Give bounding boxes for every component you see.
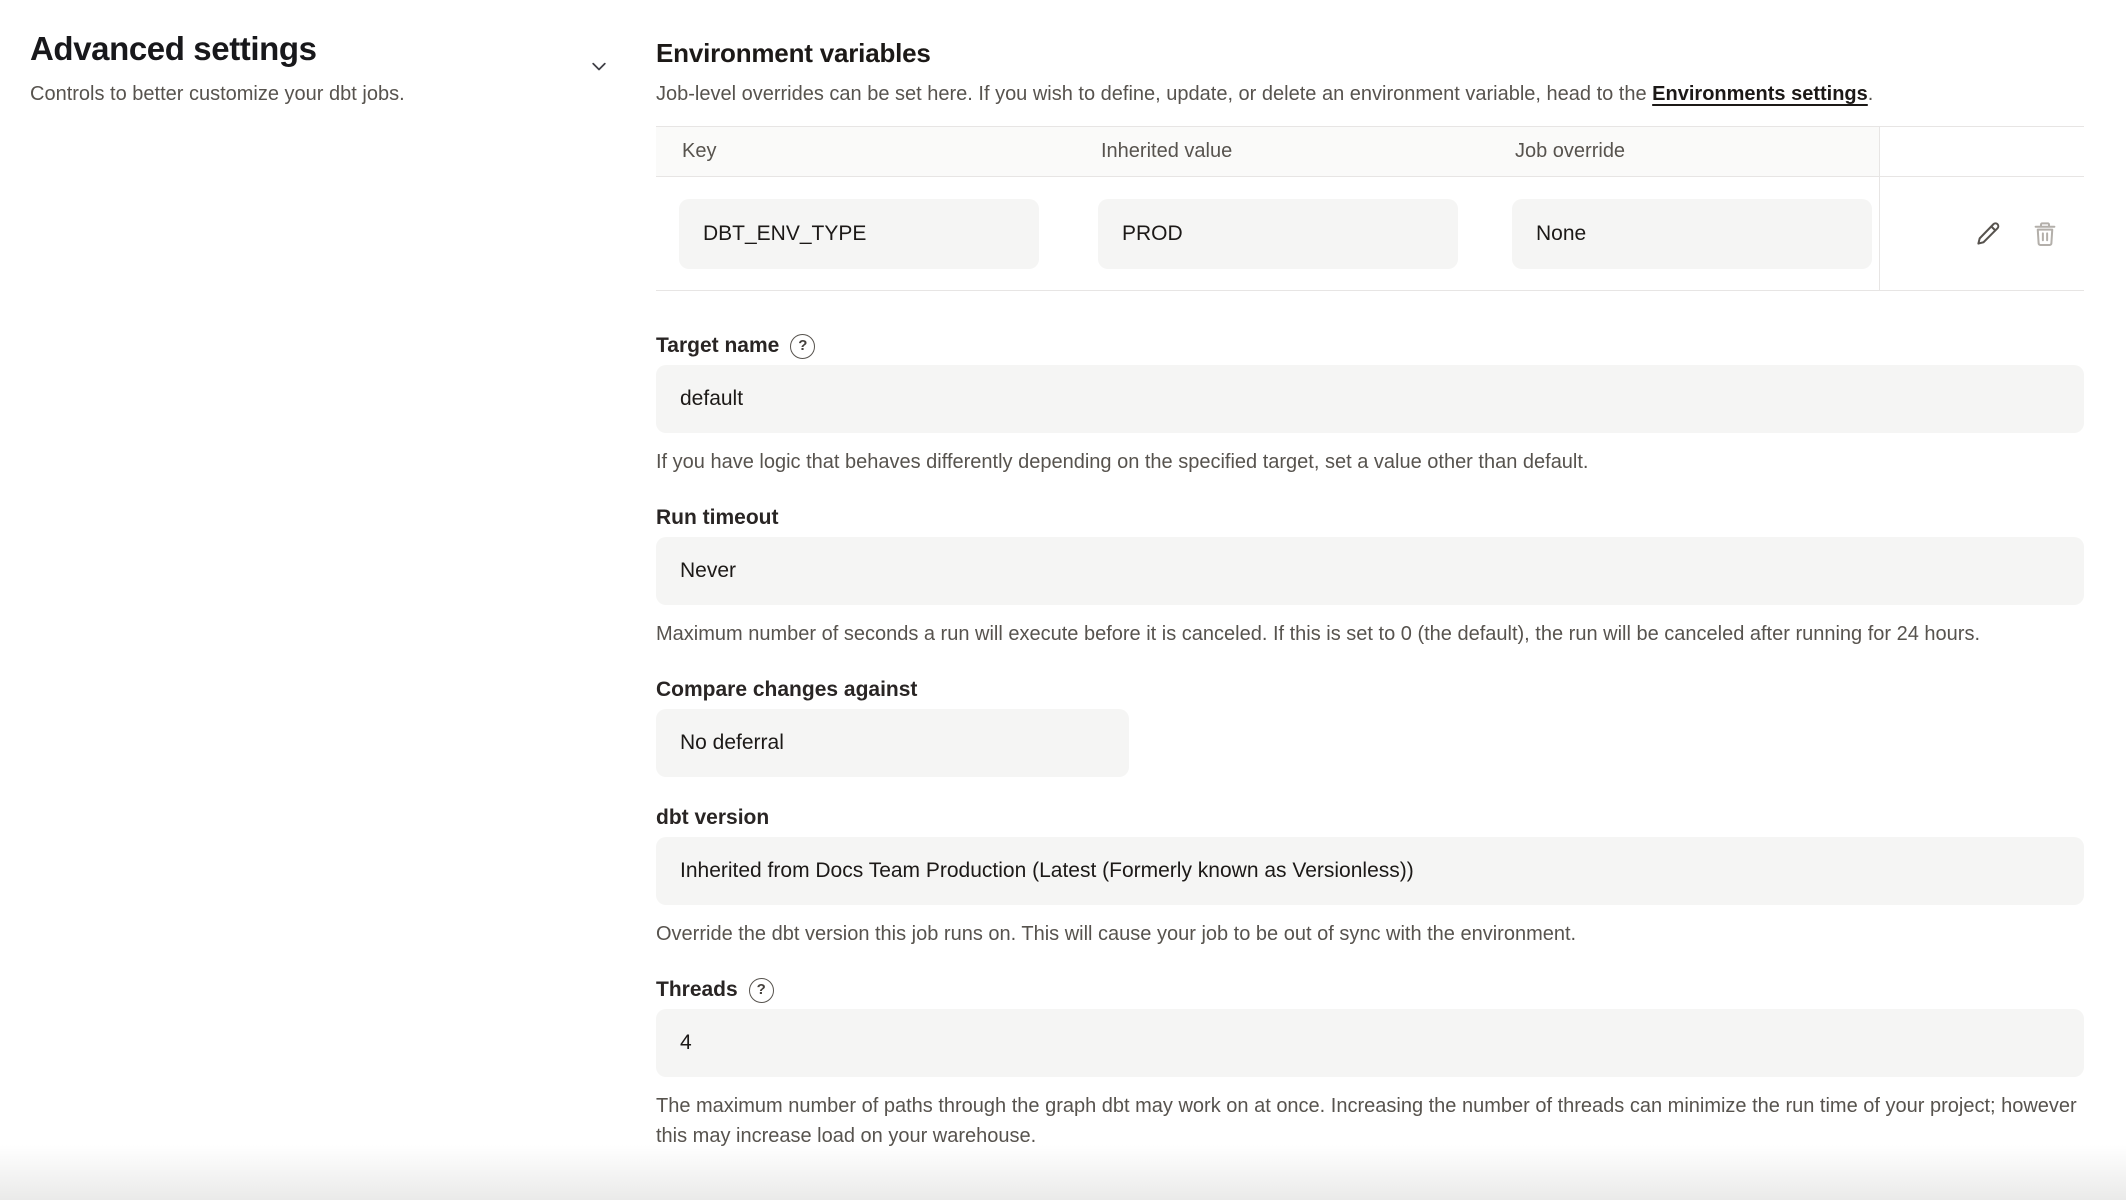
left-panel: Advanced settings Controls to better cus…: [0, 0, 656, 1151]
dbt-version-select[interactable]: Inherited from Docs Team Production (Lat…: [656, 837, 2084, 905]
env-vars-description: Job-level overrides can be set here. If …: [656, 82, 2084, 106]
env-var-actions-cell: [1879, 177, 2084, 290]
edit-env-var-button[interactable]: [1974, 219, 2004, 249]
env-vars-description-period: .: [1868, 83, 1874, 105]
trash-icon: [2030, 219, 2060, 249]
target-name-helper: If you have logic that behaves different…: [656, 447, 2084, 477]
environments-settings-link[interactable]: Environments settings: [1652, 83, 1868, 105]
chevron-down-icon: [585, 52, 613, 80]
env-var-inherited-value: PROD: [1098, 199, 1458, 269]
dbt-version-label-row: dbt version: [656, 805, 2084, 831]
run-timeout-label: Run timeout: [656, 505, 778, 531]
table-row: DBT_ENV_TYPE PROD None: [656, 177, 2084, 291]
target-name-input[interactable]: [656, 365, 2084, 433]
target-name-label: Target name: [656, 333, 779, 359]
dbt-version-label: dbt version: [656, 805, 769, 831]
env-var-inherited-cell: PROD: [1075, 177, 1489, 290]
threads-label-row: Threads ?: [656, 977, 2084, 1003]
column-header-job-override: Job override: [1489, 127, 1879, 176]
run-timeout-label-row: Run timeout: [656, 505, 2084, 531]
dbt-version-helper: Override the dbt version this job runs o…: [656, 919, 2084, 949]
env-vars-table: Key Inherited value Job override DBT_ENV…: [656, 126, 2084, 291]
main-content: Environment variables Job-level override…: [656, 0, 2126, 1151]
env-var-override-cell: None: [1489, 177, 1879, 290]
collapse-section-button[interactable]: [583, 50, 615, 82]
advanced-settings-page: Advanced settings Controls to better cus…: [0, 0, 2126, 1151]
env-vars-heading: Environment variables: [656, 36, 2084, 70]
run-timeout-select[interactable]: Never: [656, 537, 2084, 605]
compare-changes-select[interactable]: No deferral: [656, 709, 1129, 777]
delete-env-var-button[interactable]: [2030, 219, 2060, 249]
page-subtitle: Controls to better customize your dbt jo…: [30, 82, 656, 106]
column-header-inherited-value: Inherited value: [1075, 127, 1489, 176]
threads-helper: The maximum number of paths through the …: [656, 1091, 2084, 1151]
pencil-icon: [1974, 219, 2004, 249]
threads-input[interactable]: [656, 1009, 2084, 1077]
env-var-key-cell: DBT_ENV_TYPE: [656, 177, 1075, 290]
target-name-label-row: Target name ?: [656, 333, 2084, 359]
help-icon[interactable]: ?: [790, 334, 815, 359]
compare-changes-label-row: Compare changes against: [656, 677, 2084, 703]
column-header-key: Key: [656, 127, 1075, 176]
run-timeout-helper: Maximum number of seconds a run will exe…: [656, 619, 2084, 649]
env-vars-description-text: Job-level overrides can be set here. If …: [656, 83, 1652, 105]
page-title: Advanced settings: [30, 28, 656, 69]
env-vars-table-header: Key Inherited value Job override: [656, 127, 2084, 177]
env-var-key-value: DBT_ENV_TYPE: [679, 199, 1039, 269]
threads-label: Threads: [656, 977, 738, 1003]
compare-changes-label: Compare changes against: [656, 677, 917, 703]
column-header-actions: [1879, 127, 2084, 176]
bottom-scroll-fade: [0, 1145, 2126, 1200]
env-var-override-value[interactable]: None: [1512, 199, 1872, 269]
help-icon[interactable]: ?: [749, 978, 774, 1003]
